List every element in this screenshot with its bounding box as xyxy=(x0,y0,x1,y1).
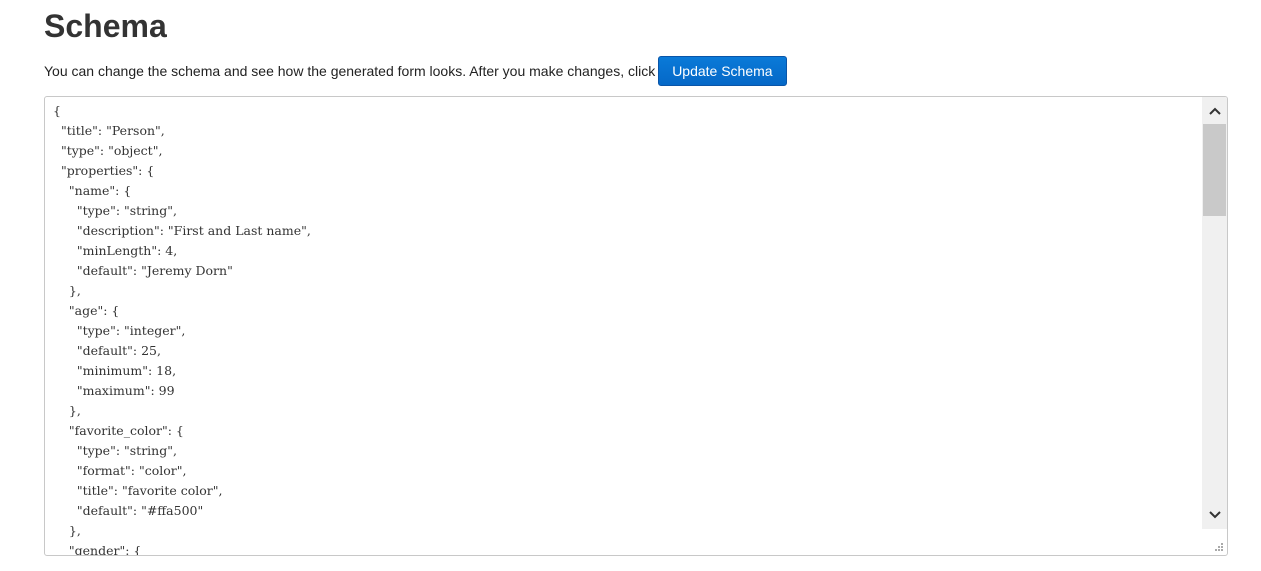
code-line: { xyxy=(53,103,61,118)
code-line: "type": "integer", xyxy=(53,323,186,338)
intro-text: You can change the schema and see how th… xyxy=(44,63,656,79)
scroll-thumb[interactable] xyxy=(1203,124,1226,216)
code-line: "default": "#ffa500" xyxy=(53,503,204,518)
code-line: "minLength": 4, xyxy=(53,243,178,258)
code-line: "age": { xyxy=(53,303,120,318)
code-line: "type": "string", xyxy=(53,443,177,458)
chevron-up-icon xyxy=(1208,107,1221,115)
code-line: "properties": { xyxy=(53,163,155,178)
update-schema-button[interactable]: Update Schema xyxy=(658,56,787,86)
code-line: "gender": { xyxy=(53,543,142,555)
chevron-down-icon xyxy=(1208,511,1221,519)
code-line: "maximum": 99 xyxy=(53,383,175,398)
resize-grip-icon[interactable] xyxy=(1212,540,1224,552)
vertical-scrollbar[interactable] xyxy=(1202,97,1227,529)
code-line: "type": "object", xyxy=(53,143,163,158)
code-line: "name": { xyxy=(53,183,132,198)
code-line: }, xyxy=(53,283,81,298)
code-line: }, xyxy=(53,523,81,538)
schema-textarea[interactable]: { "title": "Person", "type": "object", "… xyxy=(44,96,1228,556)
schema-section: Schema You can change the schema and see… xyxy=(0,0,1261,571)
code-line: "description": "First and Last name", xyxy=(53,223,311,238)
code-line: "favorite_color": { xyxy=(53,423,184,438)
code-line: "title": "favorite color", xyxy=(53,483,223,498)
code-line: "minimum": 18, xyxy=(53,363,177,378)
code-line: }, xyxy=(53,403,81,418)
scroll-up-button[interactable] xyxy=(1202,99,1227,123)
code-line: "type": "string", xyxy=(53,203,177,218)
code-line: "default": "Jeremy Dorn" xyxy=(53,263,233,278)
page-title: Schema xyxy=(44,8,167,44)
code-line: "title": "Person", xyxy=(53,123,165,138)
code-line: "format": "color", xyxy=(53,463,187,478)
intro-paragraph: You can change the schema and see how th… xyxy=(44,56,787,86)
scroll-down-button[interactable] xyxy=(1202,503,1227,527)
code-line: "default": 25, xyxy=(53,343,161,358)
schema-code[interactable]: { "title": "Person", "type": "object", "… xyxy=(53,101,1199,555)
